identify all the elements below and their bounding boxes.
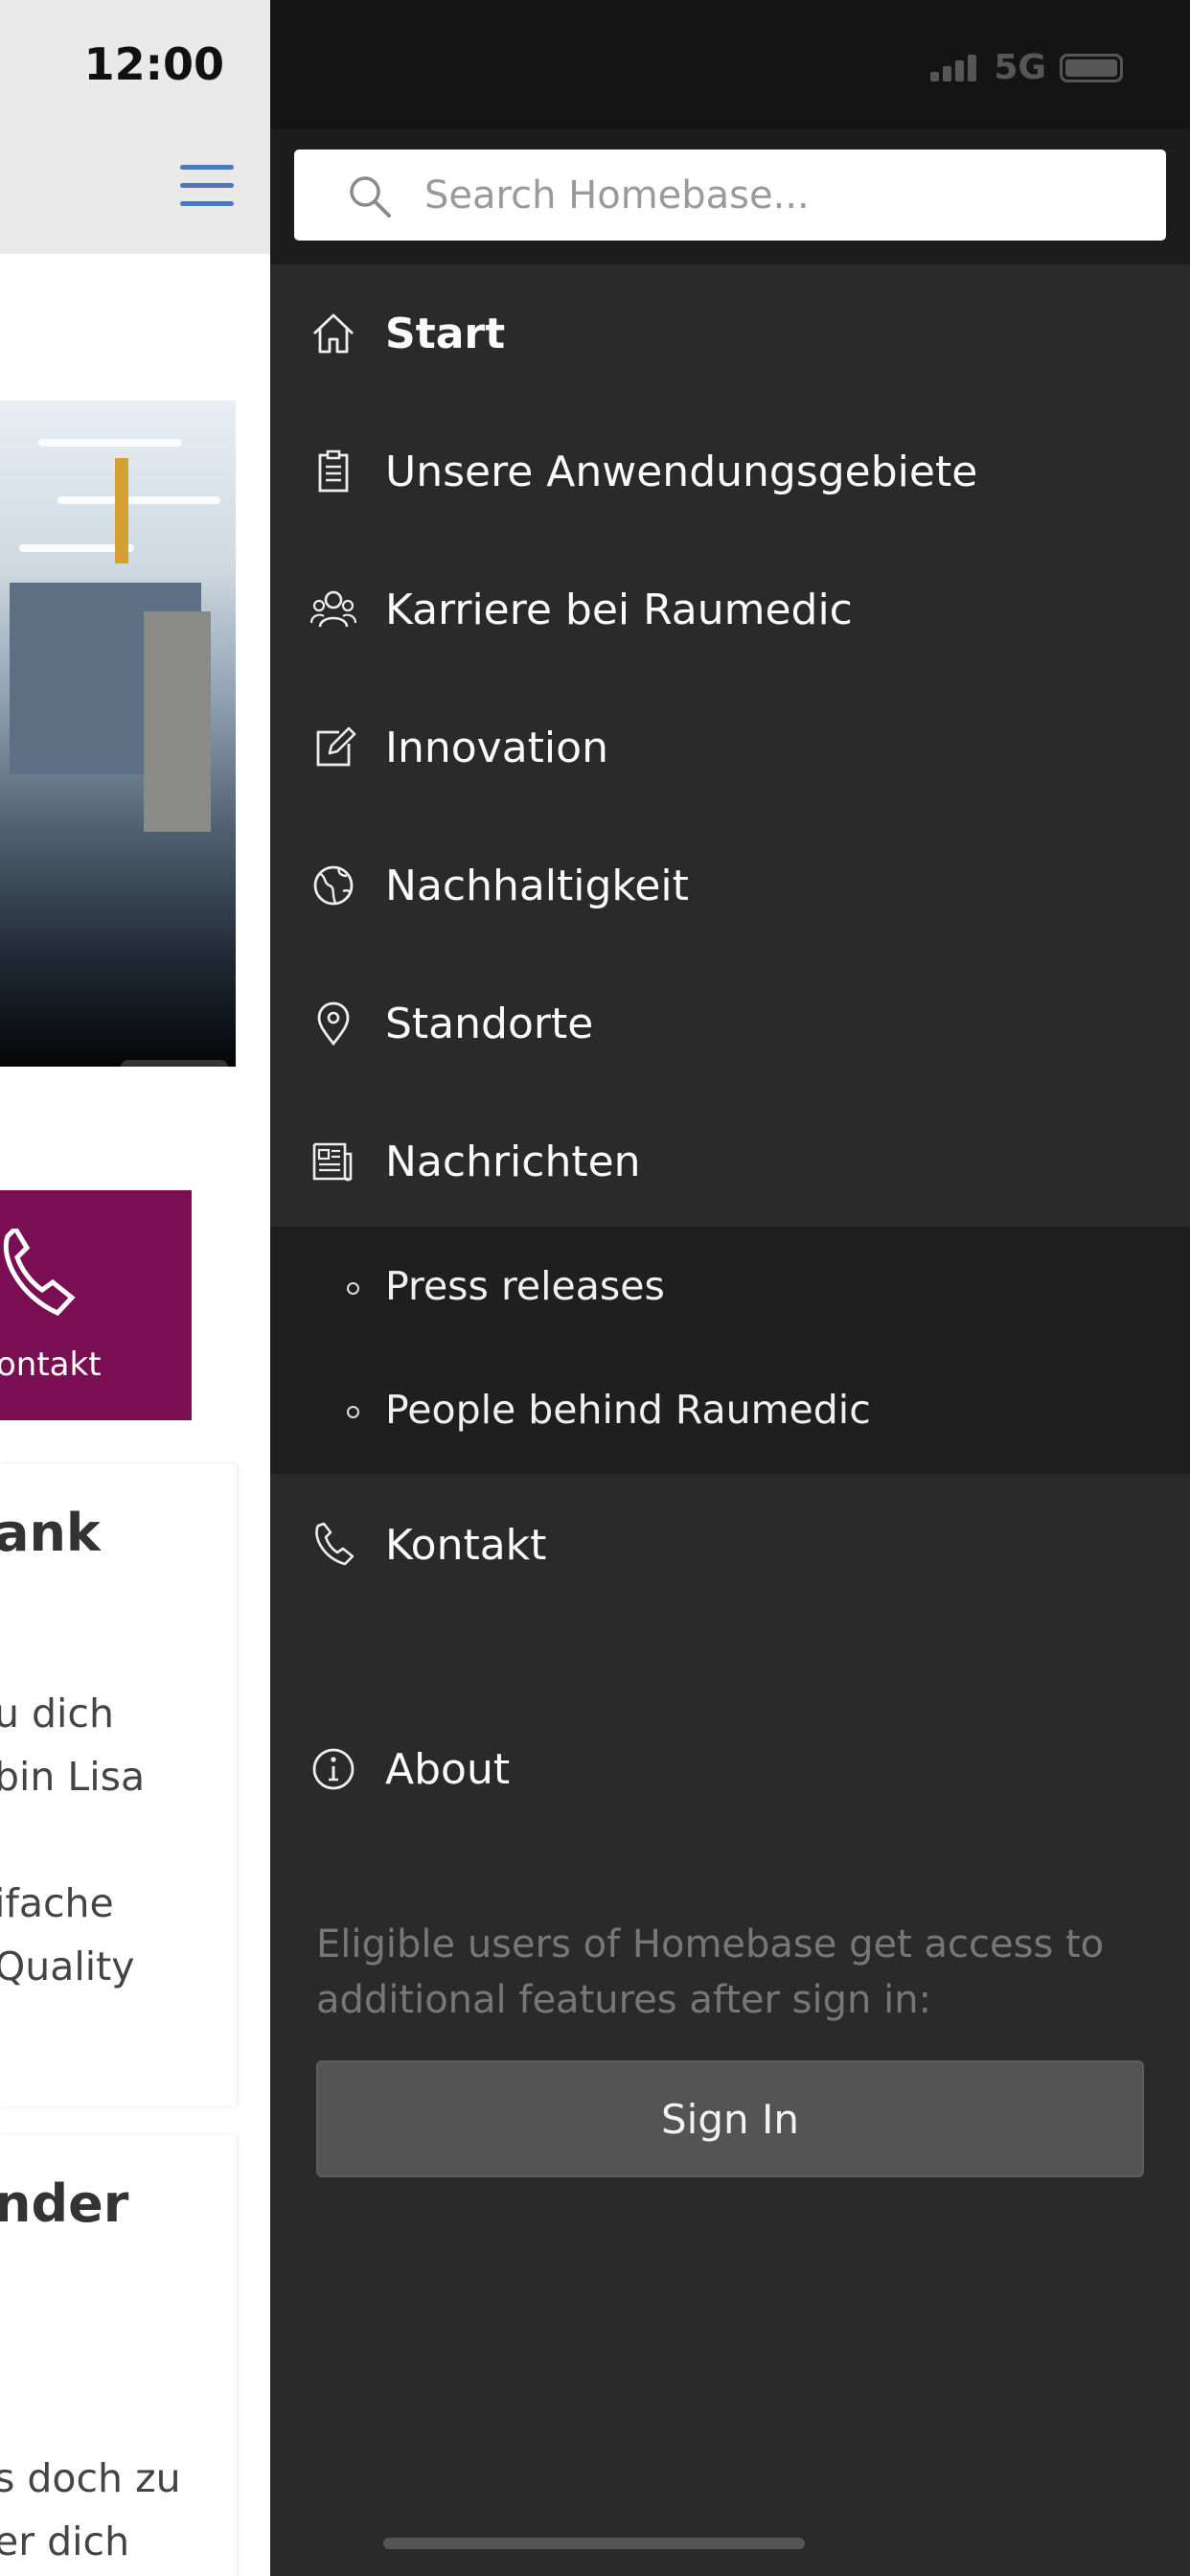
search-bar: [270, 128, 1190, 264]
nav-item-start[interactable]: Start: [270, 264, 1190, 402]
card-text: bin Lisa: [0, 1754, 146, 1800]
subnav-item-label: Press releases: [385, 1263, 665, 1309]
network-label: 5G: [994, 48, 1046, 87]
nav-item-label: Nachrichten: [385, 1137, 641, 1186]
nav-item-nachhaltigkeit[interactable]: Nachhaltigkeit: [270, 816, 1190, 954]
phone-icon: [315, 1522, 355, 1566]
sign-in-button[interactable]: Sign In: [316, 2060, 1144, 2177]
search-icon: [350, 176, 391, 218]
bullet-icon: [347, 1406, 359, 1418]
background-status-bar: 12:00: [0, 0, 270, 125]
card-text: u dich: [0, 1690, 114, 1736]
subnav-item-people-behind-raumedic[interactable]: People behind Raumedic: [270, 1350, 1190, 1474]
background-page: 12:00 ontakt ank u dich bin Lisa ifache …: [0, 0, 270, 2576]
people-icon: [310, 590, 356, 628]
card-text: er dich: [0, 2518, 130, 2564]
phone-icon: [3, 1229, 76, 1317]
location-pin-icon: [317, 1001, 350, 1046]
nachrichten-submenu: Press releases People behind Raumedic: [270, 1227, 1190, 1474]
edit-icon: [316, 726, 356, 767]
search-input[interactable]: [424, 150, 1133, 241]
navigation-drawer: 5G Start Unsere Anwendungsgebiete: [270, 0, 1190, 2576]
home-icon: [313, 313, 354, 354]
background-card: ank u dich bin Lisa ifache Quality: [0, 1464, 238, 2106]
card-title: nder: [0, 2174, 129, 2234]
nav-item-label: About: [385, 1744, 511, 1794]
card-text: ifache: [0, 1880, 114, 1926]
status-icons: 5G: [930, 48, 1123, 87]
subnav-item-label: People behind Raumedic: [385, 1387, 871, 1433]
nav-item-anwendungsgebiete[interactable]: Unsere Anwendungsgebiete: [270, 402, 1190, 540]
contact-tile[interactable]: ontakt: [0, 1190, 192, 1420]
nav-item-kontakt[interactable]: Kontakt: [270, 1476, 1190, 1614]
nav-item-label: Karriere bei Raumedic: [385, 585, 853, 634]
signal-icon: [930, 54, 980, 81]
nav-item-karriere[interactable]: Karriere bei Raumedic: [270, 540, 1190, 678]
background-card: nder s doch zu er dich: [0, 2135, 238, 2576]
card-text: s doch zu: [0, 2455, 181, 2501]
globe-icon: [313, 865, 354, 906]
nav-item-label: Nachhaltigkeit: [385, 861, 689, 910]
clipboard-icon: [318, 449, 349, 493]
nav-item-nachrichten[interactable]: Nachrichten: [270, 1092, 1190, 1230]
nav-item-label: Start: [385, 309, 506, 358]
info-icon: [312, 1748, 355, 1790]
subnav-item-press-releases[interactable]: Press releases: [270, 1227, 1190, 1350]
hamburger-menu-icon[interactable]: [180, 165, 234, 207]
battery-icon: [1060, 53, 1123, 82]
hero-photo: [0, 401, 236, 1067]
nav-item-label: Innovation: [385, 723, 608, 772]
card-title: ank: [0, 1503, 101, 1563]
card-text: Quality: [0, 1944, 135, 1990]
signin-info-text: Eligible users of Homebase get access to…: [316, 1922, 1105, 2022]
home-indicator[interactable]: [383, 2538, 805, 2549]
search-box[interactable]: [294, 150, 1166, 241]
bullet-icon: [347, 1282, 359, 1295]
nav-item-about[interactable]: About: [270, 1700, 1190, 1838]
nav-item-innovation[interactable]: Innovation: [270, 678, 1190, 816]
carousel-next-button[interactable]: [121, 1060, 228, 1067]
nav-item-label: Standorte: [385, 999, 594, 1048]
nav-item-standorte[interactable]: Standorte: [270, 954, 1190, 1092]
nav-item-label: Unsere Anwendungsgebiete: [385, 447, 978, 496]
newspaper-icon: [312, 1142, 353, 1182]
status-time: 12:00: [83, 38, 224, 90]
contact-tile-label: ontakt: [0, 1346, 102, 1384]
status-bar: 5G: [270, 0, 1190, 128]
nav-item-label: Kontakt: [385, 1520, 547, 1570]
